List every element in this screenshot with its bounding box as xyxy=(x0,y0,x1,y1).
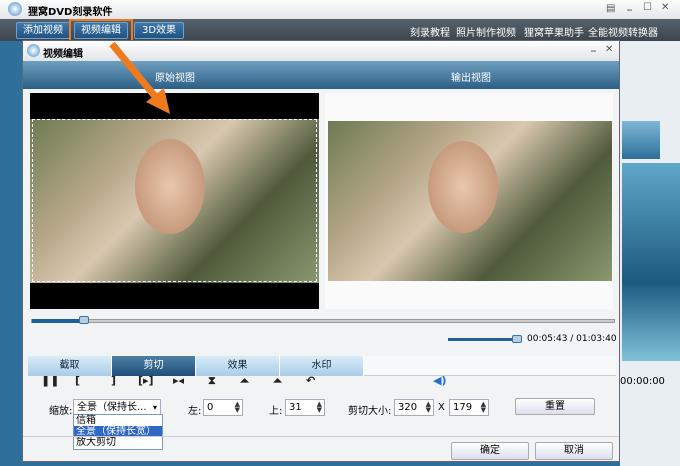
pointer-arrow xyxy=(109,41,170,114)
